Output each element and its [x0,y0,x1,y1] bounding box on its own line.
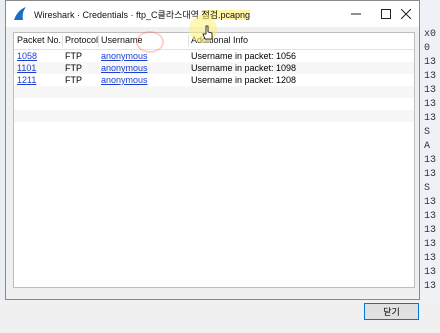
column-header-protocol[interactable]: Protocol [65,35,98,45]
table-row[interactable]: 1101 FTP anonymous Username in packet: 1… [14,62,414,74]
background-cell: 13 [424,85,437,96]
protocol-cell: FTP [65,51,82,61]
click-indicator [136,31,164,53]
packet-number-link[interactable]: 1058 [17,50,37,62]
username-link[interactable]: anonymous [101,74,148,86]
background-cell: 13 [424,155,437,166]
empty-row [14,110,414,122]
background-cell: A [424,141,431,152]
column-separator [188,35,189,47]
close-icon [401,9,411,19]
background-cell: 13 [424,113,437,124]
empty-row [14,86,414,98]
column-separator [62,35,63,47]
empty-row [14,98,414,110]
wireshark-fin-icon [14,7,26,20]
username-link[interactable]: anonymous [101,50,148,62]
credentials-table: Packet No. Protocol Username Additional … [13,32,415,288]
column-header-packet-no[interactable]: Packet No. [17,35,61,45]
packet-number-link[interactable]: 1101 [17,62,36,74]
background-cell: S [424,183,431,194]
hand-cursor-icon [202,25,213,40]
title-app-name: Wireshark [34,9,75,20]
protocol-cell: FTP [65,63,82,73]
maximize-icon [381,9,391,19]
background-cell: S [424,127,431,138]
table-row[interactable]: 1058 FTP anonymous Username in packet: 1… [14,50,414,62]
background-cell: 13 [424,99,437,110]
close-dialog-button[interactable]: 닫기 [364,303,419,320]
background-cell: 0 [424,43,431,54]
background-cell: 13 [424,197,437,208]
protocol-cell: FTP [65,75,82,85]
close-window-button[interactable] [391,1,421,27]
packet-number-link[interactable]: 1211 [17,74,36,86]
background-cell: 13 [424,169,437,180]
title-file-name: ftp_C클라스대역 [136,9,202,20]
background-cell: 13 [424,211,437,222]
background-cell: 13 [424,281,437,292]
background-cell: 13 [424,225,437,236]
minimize-icon [351,13,361,15]
info-cell: Username in packet: 1056 [191,51,297,61]
background-cell: 13 [424,253,437,264]
title-dialog-name: Credentials [82,9,129,20]
title-separator-2: · [128,9,137,20]
column-separator [98,35,99,47]
background-cell: 13 [424,71,437,82]
table-row[interactable]: 1211 FTP anonymous Username in packet: 1… [14,74,414,86]
background-cell: 13 [424,57,437,68]
window-title: Wireshark · Credentials · ftp_C클라스대역 점검.… [34,8,251,21]
background-cell: 13 [424,239,437,250]
background-cell: x0 [424,29,437,40]
username-link[interactable]: anonymous [101,62,148,74]
title-separator-1: · [74,9,83,20]
info-cell: Username in packet: 1208 [191,75,297,85]
info-cell: Username in packet: 1098 [191,63,297,73]
credentials-dialog: Wireshark · Credentials · ftp_C클라스대역 점검.… [5,0,420,300]
background-cell: 13 [424,267,437,278]
minimize-button[interactable] [341,1,371,27]
